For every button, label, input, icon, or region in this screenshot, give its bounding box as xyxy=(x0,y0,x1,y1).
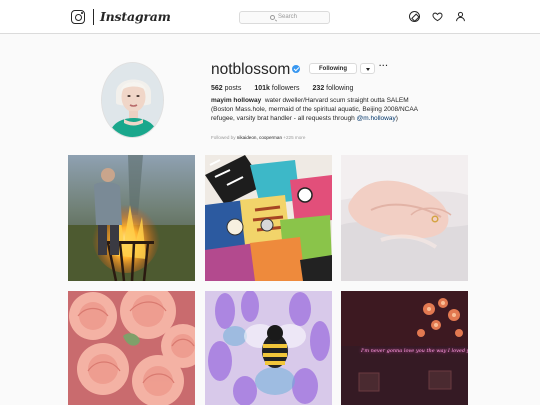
posts-label: posts xyxy=(224,85,242,92)
profile-bio: mayim holloway water dweller/Harvard scu… xyxy=(211,97,421,123)
user-icon[interactable] xyxy=(455,11,466,22)
profile-avatar[interactable] xyxy=(101,62,164,138)
following-label: following xyxy=(326,85,354,92)
suggestions-dropdown-button[interactable] xyxy=(360,63,375,74)
followed-by[interactable]: Followed by nikaideon, cooperman +225 mo… xyxy=(211,135,305,140)
more-options-button[interactable]: ··· xyxy=(379,61,389,70)
followers-label: followers xyxy=(271,85,300,92)
post-thumbnail[interactable] xyxy=(205,291,332,405)
following-stat[interactable]: 232 following xyxy=(313,85,354,92)
instagram-wordmark[interactable]: Instagram xyxy=(100,9,171,24)
posts-stat: 562 posts xyxy=(211,85,241,92)
search-placeholder: Search xyxy=(278,13,298,20)
followed-by-prefix: Followed by xyxy=(211,135,236,140)
search-icon xyxy=(270,15,275,20)
verified-badge-icon xyxy=(292,65,300,73)
post-thumbnail[interactable] xyxy=(68,155,195,281)
top-nav: Instagram Search xyxy=(0,0,540,34)
followers-count: 101k xyxy=(254,85,270,92)
profile-stats: 562 posts 101k followers 232 following xyxy=(211,85,353,92)
bio-mention-link[interactable]: @m.holloway xyxy=(357,115,396,122)
logo-divider xyxy=(93,9,94,25)
post-thumbnail[interactable] xyxy=(205,155,332,281)
compass-icon[interactable] xyxy=(409,11,420,22)
profile-full-name: mayim holloway xyxy=(211,97,262,104)
post-thumbnail[interactable] xyxy=(341,155,468,281)
profile-username: notblossom xyxy=(211,61,291,78)
followers-stat[interactable]: 101k followers xyxy=(254,85,299,92)
post-thumbnail[interactable]: I'm never gonna love you the way I loved… xyxy=(341,291,468,405)
search-input[interactable]: Search xyxy=(239,11,330,24)
followed-by-names: nikaideon, cooperman xyxy=(236,135,282,140)
instagram-logo-icon[interactable] xyxy=(71,10,85,24)
posts-count: 562 xyxy=(211,85,223,92)
following-count: 232 xyxy=(312,85,325,92)
bio-mention-suffix: ) xyxy=(395,114,398,122)
neon-sign-text: I'm never gonna love you the way I loved… xyxy=(361,348,468,354)
followed-by-suffix: +225 more xyxy=(283,135,306,140)
post-thumbnail[interactable] xyxy=(68,291,195,405)
following-button[interactable]: Following xyxy=(309,63,357,74)
heart-icon[interactable] xyxy=(432,11,443,22)
